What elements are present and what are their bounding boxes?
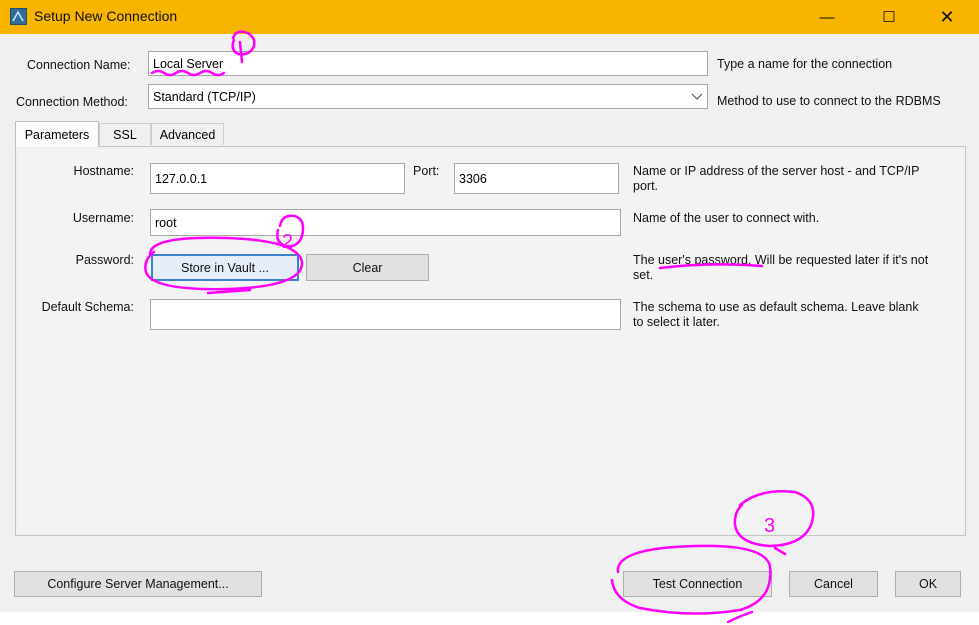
clear-password-button[interactable]: Clear [306, 254, 429, 281]
button-label: OK [918, 577, 938, 591]
mysql-workbench-icon [10, 8, 27, 25]
hostname-label: Hostname: [73, 164, 134, 178]
tab-label: Advanced [159, 127, 216, 142]
button-label: Configure Server Management... [47, 577, 229, 591]
minimize-icon: — [819, 8, 835, 26]
default-schema-label: Default Schema: [41, 300, 134, 314]
window-title: Setup New Connection [34, 8, 178, 24]
ok-button[interactable]: OK [895, 571, 961, 597]
username-help: Name of the user to connect with. [633, 211, 820, 225]
username-input[interactable]: root [150, 209, 621, 236]
button-label: Cancel [814, 577, 853, 591]
tab-label: SSL [113, 127, 137, 142]
username-value: root [155, 215, 177, 230]
test-connection-button[interactable]: Test Connection [623, 571, 772, 597]
close-icon: ✕ [939, 6, 955, 27]
button-label: Clear [352, 260, 383, 275]
connection-method-label: Connection Method: [16, 95, 128, 109]
tab-label: Parameters [24, 127, 90, 142]
hostname-input[interactable]: 127.0.0.1 [150, 163, 405, 194]
tab-parameters[interactable]: Parameters [15, 121, 99, 147]
close-button[interactable]: ✕ [924, 0, 970, 34]
button-label: Test Connection [652, 577, 743, 591]
username-label: Username: [72, 211, 134, 225]
maximize-icon: ☐ [882, 9, 896, 26]
hostname-help: Name or IP address of the server host - … [633, 164, 920, 193]
port-input[interactable]: 3306 [454, 163, 619, 194]
chevron-down-icon [691, 93, 703, 100]
connection-method-value: Standard (TCP/IP) [153, 89, 256, 104]
connection-method-select[interactable]: Standard (TCP/IP) [148, 84, 708, 109]
connection-name-label: Connection Name: [27, 58, 131, 72]
connection-name-help: Type a name for the connection [717, 57, 893, 71]
cancel-button[interactable]: Cancel [789, 571, 878, 597]
connection-name-value: Local Server [153, 56, 224, 71]
minimize-button[interactable]: — [804, 0, 850, 34]
default-schema-input[interactable] [150, 299, 621, 330]
password-label: Password: [75, 253, 134, 267]
password-help: The user's password. Will be requested l… [633, 253, 929, 282]
maximize-button[interactable]: ☐ [866, 0, 912, 34]
connection-method-help: Method to use to connect to the RDBMS [717, 94, 941, 108]
button-label: Store in Vault ... [180, 260, 269, 275]
port-label: Port: [413, 164, 440, 178]
title-bar[interactable]: Setup New Connection — ☐ ✕ [0, 0, 979, 34]
default-schema-help: The schema to use as default schema. Lea… [633, 300, 919, 329]
hostname-value: 127.0.0.1 [155, 171, 208, 186]
store-in-vault-button[interactable]: Store in Vault ... [151, 254, 299, 281]
connection-name-input[interactable]: Local Server [148, 51, 708, 76]
tab-ssl[interactable]: SSL [99, 123, 151, 145]
dialog-window: Setup New Connection — ☐ ✕ Connection Na… [0, 0, 979, 612]
tab-advanced[interactable]: Advanced [151, 123, 224, 145]
configure-server-management-button[interactable]: Configure Server Management... [14, 571, 262, 597]
parameters-panel-body [18, 149, 963, 533]
port-value: 3306 [459, 171, 487, 186]
